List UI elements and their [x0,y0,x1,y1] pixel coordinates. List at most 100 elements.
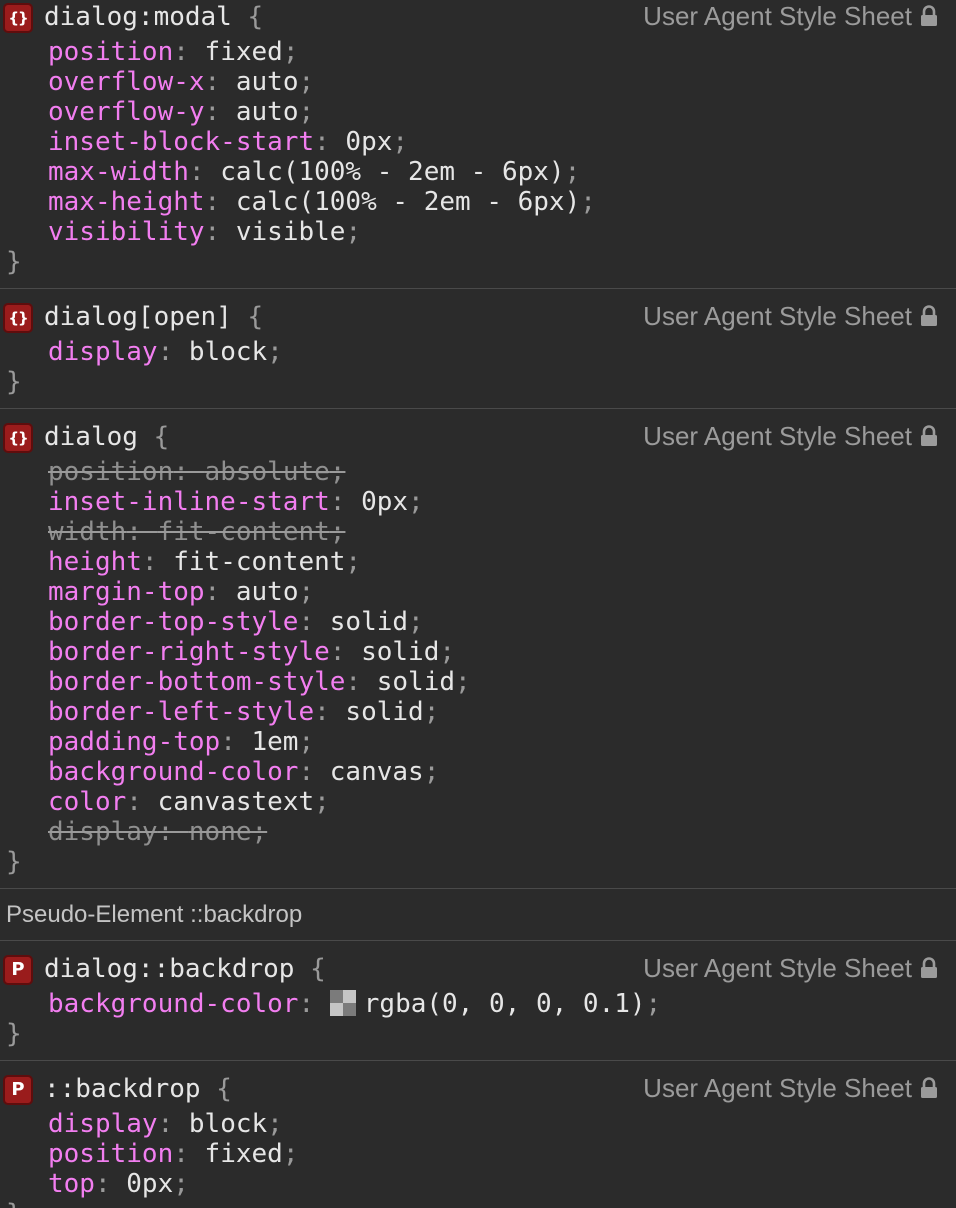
property-name[interactable]: display [48,1109,158,1139]
declaration-padding-top[interactable]: padding-top: 1em; [48,727,314,757]
color-swatch-icon[interactable] [329,990,356,1016]
property-value[interactable]: fixed [205,37,283,67]
declaration-border-bottom-style[interactable]: border-bottom-style: solid; [48,667,471,697]
property-value[interactable]: fit-content [158,517,330,547]
declaration-border-right-style[interactable]: border-right-style: solid; [48,637,455,667]
property-name[interactable]: overflow-x [48,67,205,97]
property-value[interactable]: solid [345,697,423,727]
rule-selector[interactable]: dialog:modal { [44,0,263,34]
css-rule[interactable]: Pdialog::backdrop {User Agent Style Shee… [0,941,956,1061]
rule-selector[interactable]: dialog { [44,420,169,454]
property-value[interactable]: solid [361,637,439,667]
declaration-display[interactable]: display: block; [48,1109,283,1139]
property-name[interactable]: position [48,1139,173,1169]
property-value[interactable]: solid [377,667,455,697]
property-name[interactable]: border-bottom-style [48,667,345,697]
declaration-border-left-style[interactable]: border-left-style: solid; [48,697,439,727]
property-value[interactable]: auto [236,67,299,97]
semicolon: ; [173,1169,189,1199]
rule-selector[interactable]: dialog::backdrop { [44,952,326,986]
property-value[interactable]: absolute [205,457,330,487]
declaration-color[interactable]: color: canvastext; [48,787,330,817]
declaration-background-color[interactable]: background-color: canvas; [48,757,439,787]
property-value[interactable]: auto [236,97,299,127]
property-value[interactable]: 0px [345,127,392,157]
rule-source-label[interactable]: User Agent Style Sheet [643,299,912,333]
property-value[interactable]: auto [236,577,299,607]
selector-text[interactable]: dialog[open] [44,302,232,332]
declaration-background-color[interactable]: background-color: rgba(0, 0, 0, 0.1); [48,989,661,1019]
css-rule[interactable]: {} dialog[open] {User Agent Style Sheet di… [0,289,956,409]
declaration-inset-inline-start[interactable]: inset-inline-start: 0px; [48,487,424,517]
property-name[interactable]: top [48,1169,95,1199]
property-value[interactable]: block [189,337,267,367]
rule-source-label[interactable]: User Agent Style Sheet [643,951,912,985]
declaration-position[interactable]: position: fixed; [48,37,298,67]
declaration-display[interactable]: display: block; [48,337,283,367]
colon: : [298,757,330,787]
property-value[interactable]: rgba(0, 0, 0, 0.1) [364,989,646,1019]
property-name[interactable]: max-height [48,187,205,217]
property-value[interactable]: solid [330,607,408,637]
property-name[interactable]: height [48,547,142,577]
rule-selector[interactable]: ::backdrop { [44,1072,232,1106]
property-name[interactable]: visibility [48,217,205,247]
property-name[interactable]: border-left-style [48,697,314,727]
declaration-overflow-x[interactable]: overflow-x: auto; [48,67,314,97]
declaration-display[interactable]: display: none; [48,817,267,847]
declaration-width[interactable]: width: fit-content; [48,517,345,547]
declaration-max-width[interactable]: max-width: calc(100% - 2em - 6px); [48,157,580,187]
rule-source-label[interactable]: User Agent Style Sheet [643,419,912,453]
colon: : [204,187,236,217]
declaration-inset-block-start[interactable]: inset-block-start: 0px; [48,127,408,157]
property-value[interactable]: calc(100% - 2em - 6px) [220,157,564,187]
property-name[interactable]: position [48,457,173,487]
declaration-top[interactable]: top: 0px; [48,1169,189,1199]
css-rule[interactable]: {} dialog {User Agent Style Sheet position… [0,409,956,889]
property-name[interactable]: padding-top [48,727,220,757]
declaration-margin-top[interactable]: margin-top: auto; [48,577,314,607]
property-value[interactable]: 0px [126,1169,173,1199]
property-name[interactable]: border-top-style [48,607,298,637]
declaration-overflow-y[interactable]: overflow-y: auto; [48,97,314,127]
selector-text[interactable]: dialog:modal [44,2,232,32]
rule-source-label[interactable]: User Agent Style Sheet [643,1071,912,1105]
declaration-max-height[interactable]: max-height: calc(100% - 2em - 6px); [48,187,596,217]
property-value[interactable]: 1em [252,727,299,757]
property-value[interactable]: none [189,817,252,847]
selector-text[interactable]: dialog::backdrop [44,954,294,984]
rule-source-label[interactable]: User Agent Style Sheet [643,0,912,33]
rule-selector[interactable]: dialog[open] { [44,300,263,334]
property-name[interactable]: border-right-style [48,637,330,667]
property-value[interactable]: 0px [361,487,408,517]
property-name[interactable]: background-color [48,989,298,1019]
declaration-visibility[interactable]: visibility: visible; [48,217,361,247]
property-value[interactable]: fit-content [173,547,345,577]
declaration-position[interactable]: position: absolute; [48,457,345,487]
css-rule[interactable]: {} dialog:modal {User Agent Style Sheet po… [0,0,956,289]
property-name[interactable]: position [48,37,173,67]
property-name[interactable]: overflow-y [48,97,205,127]
property-name[interactable]: background-color [48,757,298,787]
property-value[interactable]: canvas [330,757,424,787]
property-value[interactable]: block [189,1109,267,1139]
property-name[interactable]: max-width [48,157,189,187]
selector-text[interactable]: ::backdrop [44,1074,201,1104]
property-name[interactable]: color [48,787,126,817]
colon: : [329,637,362,667]
property-name[interactable]: display [48,817,158,847]
property-value[interactable]: calc(100% - 2em - 6px) [236,187,580,217]
property-value[interactable]: canvastext [158,787,315,817]
property-name[interactable]: width [48,517,126,547]
property-name[interactable]: display [48,337,158,367]
property-value[interactable]: visible [236,217,346,247]
property-name[interactable]: margin-top [48,577,205,607]
selector-text[interactable]: dialog [44,422,138,452]
declaration-height[interactable]: height: fit-content; [48,547,361,577]
css-rule[interactable]: P::backdrop {User Agent Style Sheet displ… [0,1061,956,1208]
declaration-position[interactable]: position: fixed; [48,1139,298,1169]
property-value[interactable]: fixed [205,1139,283,1169]
property-name[interactable]: inset-inline-start [48,487,330,517]
declaration-border-top-style[interactable]: border-top-style: solid; [48,607,424,637]
property-name[interactable]: inset-block-start [48,127,314,157]
